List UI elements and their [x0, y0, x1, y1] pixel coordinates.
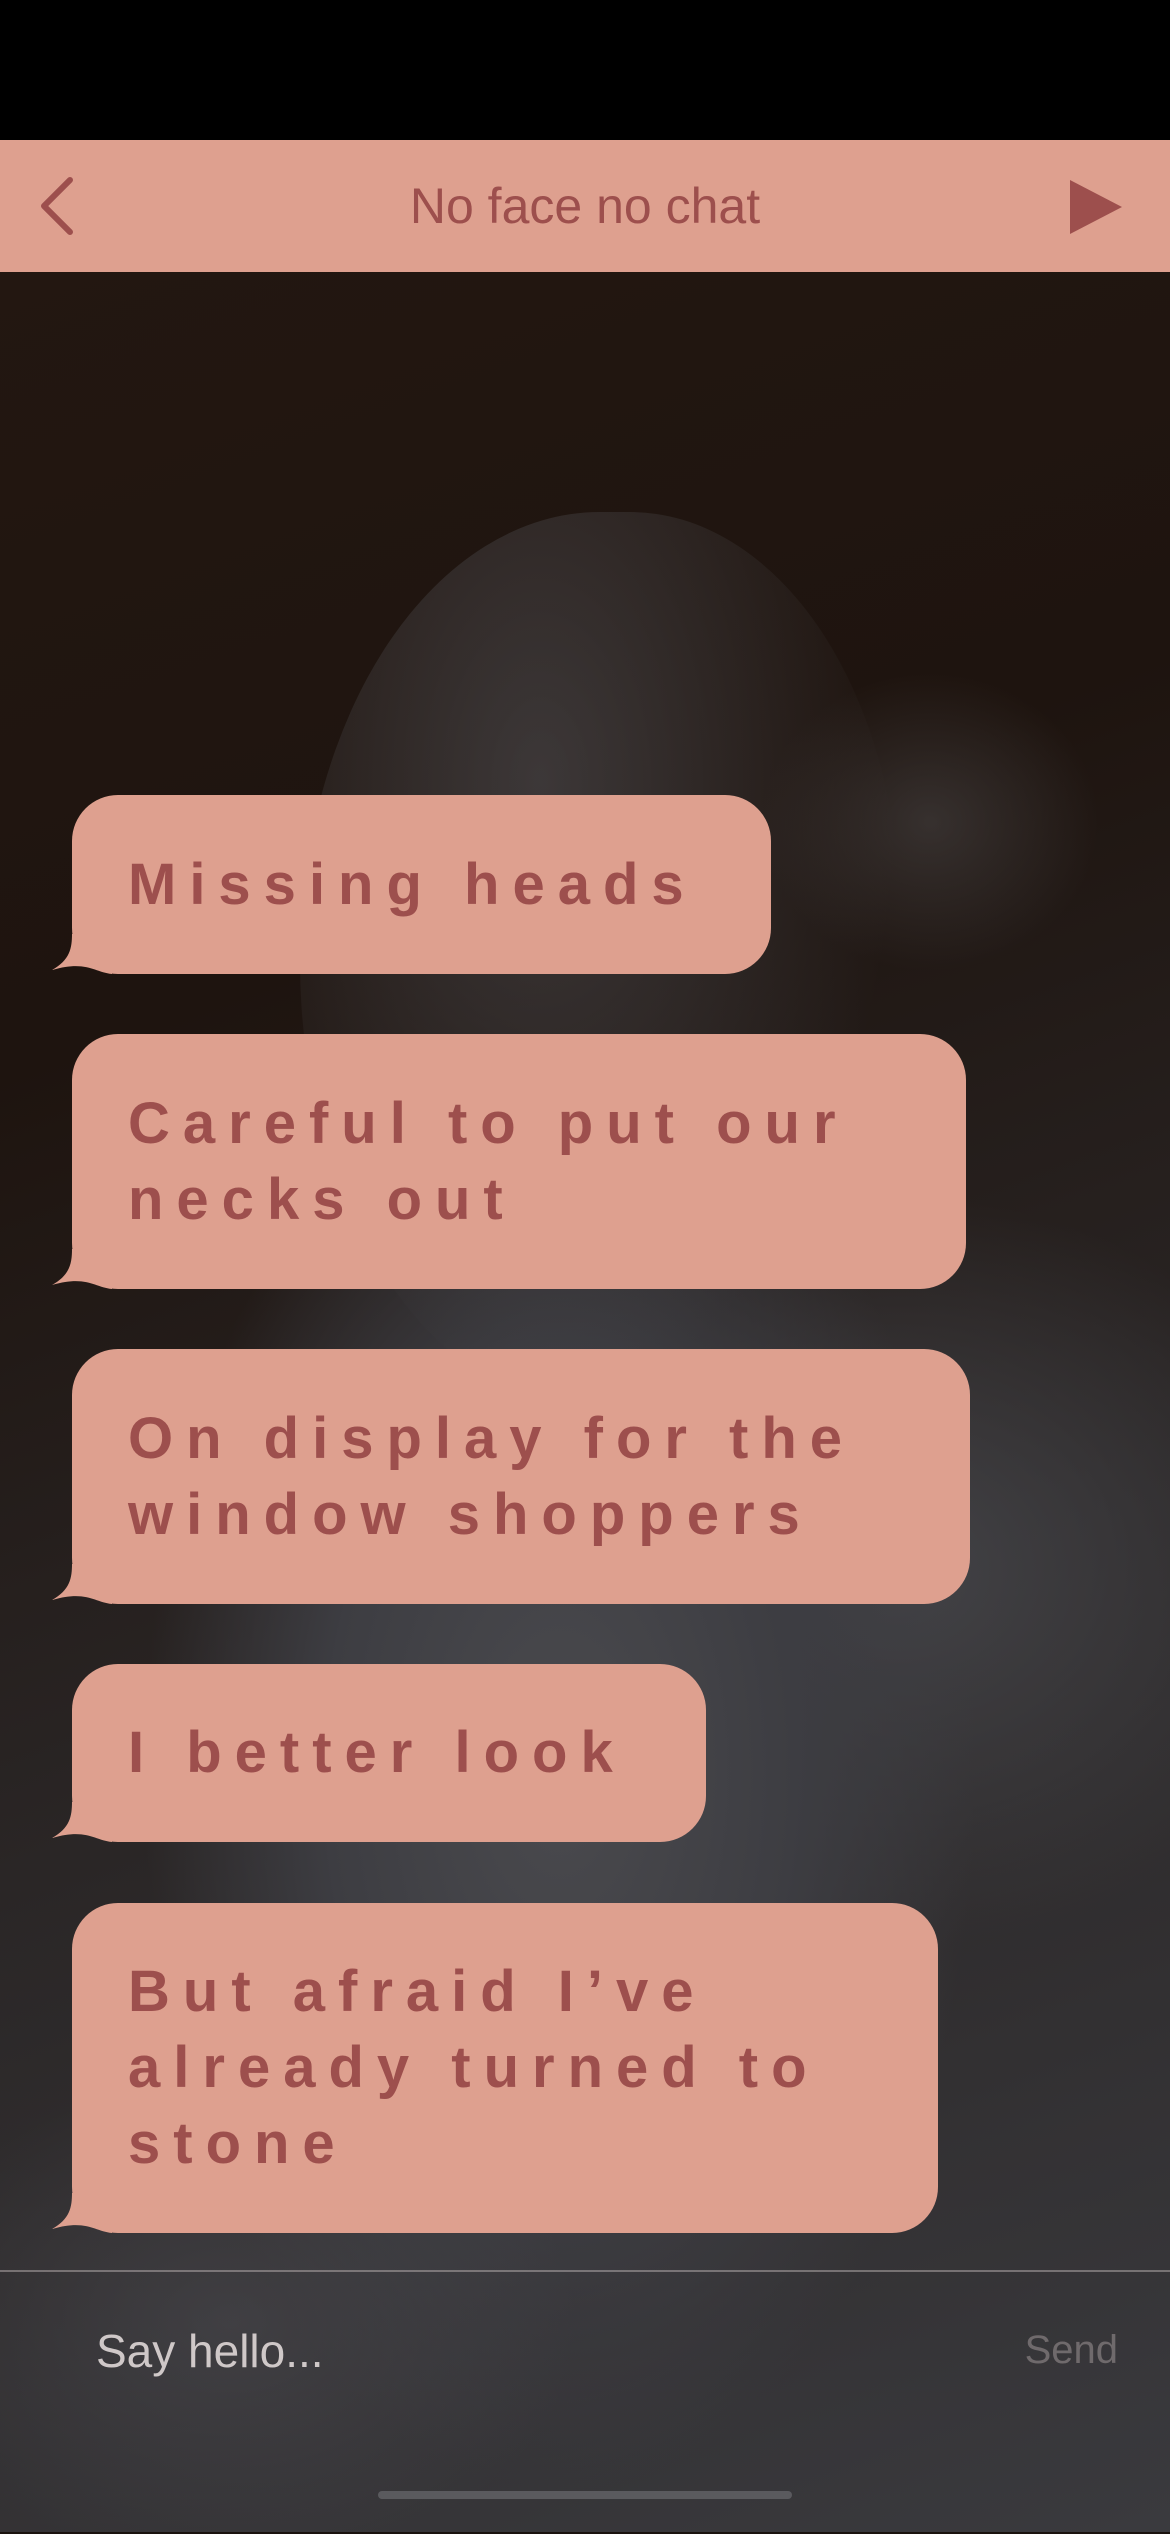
bubble-tail — [52, 1564, 112, 1604]
bubble-tail — [52, 1249, 112, 1289]
message-text: Missing heads — [128, 851, 697, 917]
home-indicator[interactable] — [378, 2491, 792, 2499]
bubble-tail — [52, 934, 112, 974]
message-bubble: But afraid I’ve already turned to stone — [52, 1903, 938, 2233]
message-text: I better look — [128, 1720, 626, 1785]
message-text: Careful to put our necks out — [128, 1090, 849, 1232]
status-bar — [0, 0, 1170, 140]
bubble-tail — [52, 1802, 112, 1842]
bubble-tail — [52, 2193, 112, 2233]
play-button[interactable] — [1060, 172, 1130, 242]
message-bubble: On display for the window shoppers — [52, 1349, 970, 1604]
play-icon — [1070, 180, 1122, 234]
chat-title: No face no chat — [409, 178, 761, 234]
message-input[interactable] — [96, 2316, 896, 2386]
message-text: On display for the window shoppers — [128, 1405, 856, 1547]
chat-header: No face no chat — [0, 140, 1170, 272]
message-bubble: Missing heads — [52, 795, 771, 974]
message-bubble: I better look — [52, 1664, 706, 1842]
send-button[interactable]: Send — [1025, 2328, 1118, 2373]
message-text: But afraid I’ve already turned to stone — [128, 1959, 820, 2176]
message-bubble: Careful to put our necks out — [52, 1034, 966, 1289]
